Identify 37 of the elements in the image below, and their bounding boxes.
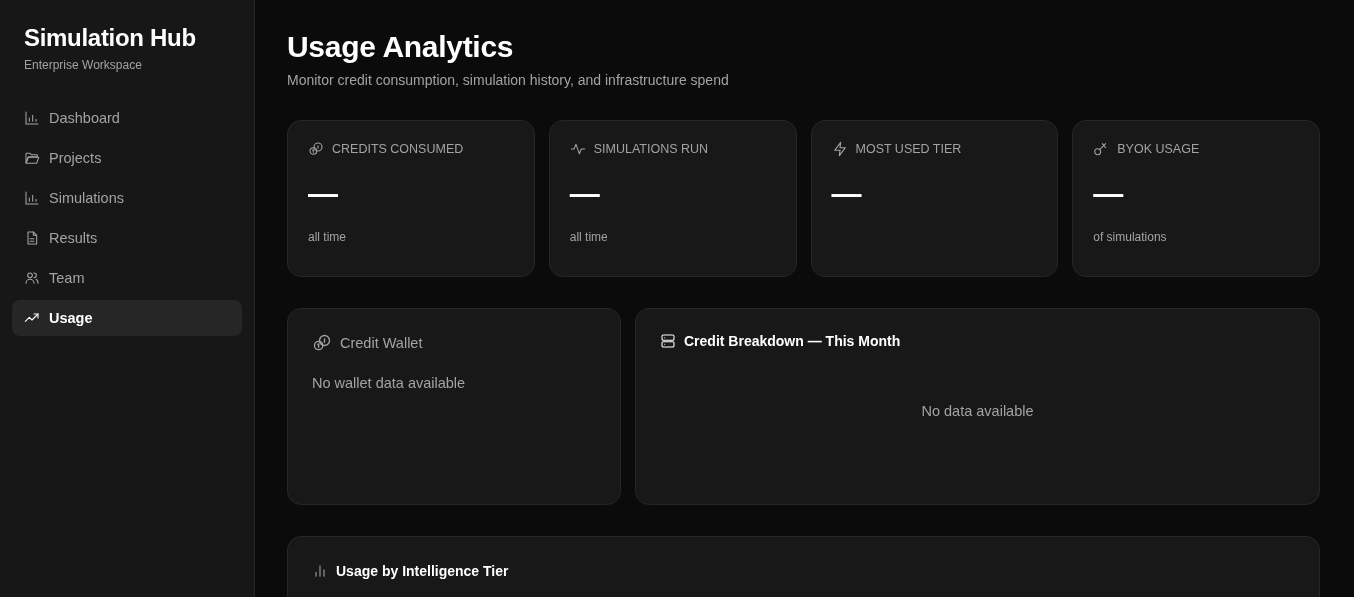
sidebar-item[interactable]: Team: [12, 260, 242, 296]
stat-value: —: [569, 177, 600, 212]
bar-chart-icon: [312, 563, 328, 579]
panel-title: Usage by Intelligence Tier: [336, 563, 509, 579]
stat-note: all time: [308, 230, 346, 244]
bar-chart-icon: [24, 190, 40, 206]
stat-label: MOST USED TIER: [855, 142, 962, 156]
stat-value: —: [1093, 177, 1124, 212]
sidebar-item[interactable]: Results: [12, 220, 242, 256]
app-title: Simulation Hub: [24, 24, 196, 52]
document-icon: [24, 230, 40, 246]
panel-title: Credit Breakdown — This Month: [684, 333, 901, 349]
sidebar-item[interactable]: Projects: [12, 140, 242, 176]
stat-label: CREDITS CONSUMED: [332, 142, 464, 156]
stat-note: all time: [569, 230, 608, 244]
pulse-icon: [569, 141, 586, 157]
folder-icon: [24, 150, 40, 166]
stat-label: BYOK USAGE: [1117, 142, 1200, 156]
lightning-icon: [831, 141, 848, 157]
server-icon: [660, 333, 676, 349]
page-subtitle: Monitor credit consumption, simulation history, and infrastructure spend: [287, 72, 730, 88]
stat-value: —: [831, 177, 862, 212]
page-title: Usage Analytics: [287, 30, 514, 64]
stat-label: SIMULATIONS RUN: [593, 142, 709, 156]
stat-note: of simulations: [1093, 230, 1167, 244]
coins-icon: [308, 141, 324, 157]
sidebar-item[interactable]: Usage: [12, 300, 242, 336]
bar-chart-icon: [24, 110, 40, 126]
panel-title: Credit Wallet: [340, 335, 423, 351]
sidebar-item[interactable]: Simulations: [12, 180, 242, 216]
workspace-subtitle: Enterprise Workspace: [24, 58, 143, 72]
coins-icon: [312, 333, 332, 353]
empty-message: No wallet data available: [312, 375, 466, 391]
sidebar-item[interactable]: Dashboard: [12, 100, 242, 136]
people-icon: [24, 270, 40, 286]
stat-value: —: [308, 177, 338, 212]
empty-message: No data available: [921, 402, 1034, 419]
